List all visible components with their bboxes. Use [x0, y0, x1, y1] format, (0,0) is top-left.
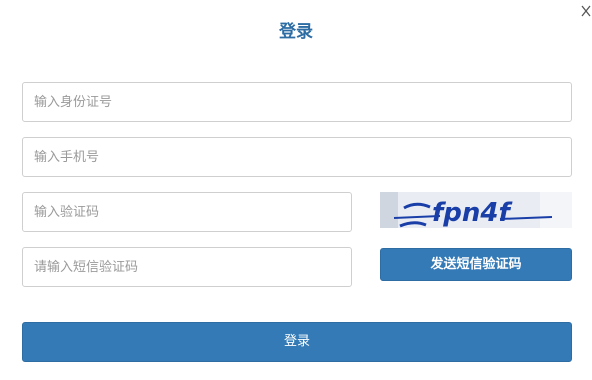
dialog-title: 登录: [279, 22, 313, 42]
login-dialog: 登录 fpn4f 发送短信验证码 登录: [0, 0, 592, 380]
captcha-image[interactable]: fpn4f: [380, 192, 572, 228]
phone-input[interactable]: [22, 137, 572, 177]
send-sms-button[interactable]: 发送短信验证码: [380, 248, 572, 281]
id-number-input[interactable]: [22, 82, 572, 122]
captcha-input[interactable]: [22, 192, 352, 232]
captcha-text: fpn4f: [432, 198, 514, 228]
close-icon: [581, 5, 591, 17]
sms-code-input[interactable]: [22, 247, 352, 287]
login-button[interactable]: 登录: [22, 322, 572, 362]
close-button[interactable]: [581, 2, 591, 17]
